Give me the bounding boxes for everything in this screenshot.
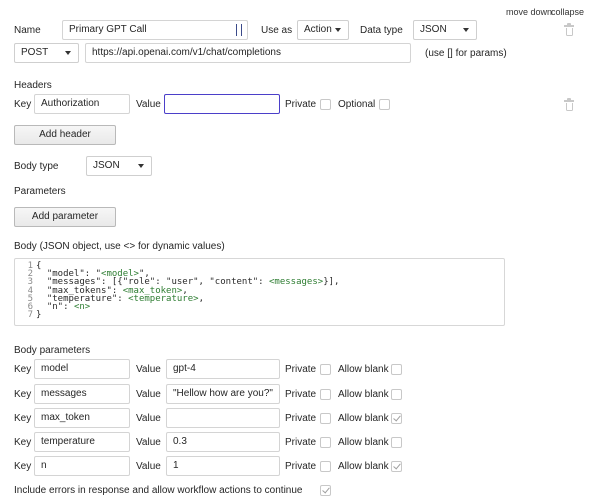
method-value: POST [21, 47, 49, 58]
param-private-label: Private [285, 413, 317, 424]
headers-title: Headers [14, 80, 52, 91]
param-key-input[interactable]: messages [34, 384, 130, 404]
delete-call-icon[interactable] [564, 23, 574, 36]
body-parameters-title: Body parameters [14, 345, 91, 356]
param-key-label: Key [14, 461, 32, 472]
use-as-value: Action [304, 24, 332, 35]
add-header-button[interactable]: Add header [14, 125, 116, 145]
header-value-input[interactable] [164, 94, 280, 114]
move-down-link[interactable]: move down [506, 7, 552, 17]
param-allow-blank-label: Allow blank [338, 413, 389, 424]
param-value-label: Value [136, 461, 161, 472]
use-as-label: Use as [261, 25, 293, 36]
param-allow-blank-checkbox[interactable] [391, 364, 402, 375]
param-value-input[interactable]: 0.3 [166, 432, 280, 452]
param-value-label: Value [136, 413, 161, 424]
body-type-label: Body type [14, 161, 59, 172]
param-key-label: Key [14, 364, 32, 375]
param-value-input[interactable]: "Hellow how are you?" [166, 384, 280, 404]
body-json-editor[interactable]: 1{ 2 "model": "<model>", 3 "messages": [… [14, 258, 505, 326]
param-allow-blank-checkbox[interactable] [391, 413, 402, 424]
code-text: "n": <n> [36, 301, 91, 312]
header-key-label: Key [14, 99, 32, 110]
param-key-input[interactable]: max_token [34, 408, 130, 428]
line-number: 7 [27, 310, 33, 321]
method-select[interactable]: POST [14, 43, 79, 63]
param-private-checkbox[interactable] [320, 437, 331, 448]
header-key-input[interactable]: Authorization [34, 94, 130, 114]
code-line: 6 "n": <n> [15, 301, 504, 312]
checkmark-icon [322, 485, 330, 494]
chevron-down-icon [138, 164, 144, 168]
param-allow-blank-checkbox[interactable] [391, 389, 402, 400]
param-value-input[interactable] [166, 408, 280, 428]
param-key-label: Key [14, 413, 32, 424]
param-allow-blank-checkbox[interactable] [391, 437, 402, 448]
header-private-label: Private [285, 99, 317, 110]
name-label: Name [14, 25, 41, 36]
collapse-link[interactable]: collapse [551, 7, 584, 17]
include-errors-label: Include errors in response and allow wor… [14, 485, 303, 496]
param-allow-blank-label: Allow blank [338, 461, 389, 472]
text-cursor-icon [236, 24, 242, 36]
use-as-select[interactable]: Action [297, 20, 349, 40]
param-value-label: Value [136, 364, 161, 375]
param-key-input[interactable]: temperature [34, 432, 130, 452]
param-key-label: Key [14, 389, 32, 400]
param-private-checkbox[interactable] [320, 389, 331, 400]
param-key-label: Key [14, 437, 32, 448]
body-type-value: JSON [93, 160, 120, 171]
checkmark-icon [393, 413, 401, 422]
data-type-value: JSON [420, 24, 447, 35]
param-private-checkbox[interactable] [320, 364, 331, 375]
param-allow-blank-label: Allow blank [338, 364, 389, 375]
param-value-input[interactable]: gpt-4 [166, 359, 280, 379]
param-private-label: Private [285, 437, 317, 448]
code-text: } [36, 310, 42, 321]
param-private-checkbox[interactable] [320, 413, 331, 424]
param-allow-blank-label: Allow blank [338, 389, 389, 400]
header-value-label: Value [136, 99, 161, 110]
add-parameter-button[interactable]: Add parameter [14, 207, 116, 227]
header-key-value: Authorization [41, 98, 100, 109]
param-private-checkbox[interactable] [320, 461, 331, 472]
header-optional-checkbox[interactable] [379, 99, 390, 110]
body-title: Body (JSON object, use <> for dynamic va… [14, 241, 225, 252]
param-private-label: Private [285, 389, 317, 400]
param-value-label: Value [136, 389, 161, 400]
header-private-checkbox[interactable] [320, 99, 331, 110]
param-private-label: Private [285, 364, 317, 375]
parameters-title: Parameters [14, 186, 66, 197]
param-private-label: Private [285, 461, 317, 472]
code-line: 7} [15, 310, 504, 321]
chevron-down-icon [65, 51, 71, 55]
param-allow-blank-checkbox[interactable] [391, 461, 402, 472]
header-optional-label: Optional [338, 99, 376, 110]
param-key-input[interactable]: n [34, 456, 130, 476]
data-type-select[interactable]: JSON [413, 20, 477, 40]
param-value-input[interactable]: 1 [166, 456, 280, 476]
data-type-label: Data type [360, 25, 403, 36]
param-allow-blank-label: Allow blank [338, 437, 389, 448]
name-value: Primary GPT Call [69, 24, 147, 35]
body-type-select[interactable]: JSON [86, 156, 152, 176]
include-errors-checkbox[interactable] [320, 485, 331, 496]
chevron-down-icon [463, 28, 469, 32]
url-value: https://api.openai.com/v1/chat/completio… [92, 47, 281, 58]
name-input[interactable]: Primary GPT Call [62, 20, 248, 40]
url-hint: (use [] for params) [425, 48, 507, 59]
url-input[interactable]: https://api.openai.com/v1/chat/completio… [85, 43, 411, 63]
delete-header-icon[interactable] [564, 98, 574, 111]
param-key-input[interactable]: model [34, 359, 130, 379]
param-value-label: Value [136, 437, 161, 448]
checkmark-icon [393, 461, 401, 470]
chevron-down-icon [335, 28, 341, 32]
